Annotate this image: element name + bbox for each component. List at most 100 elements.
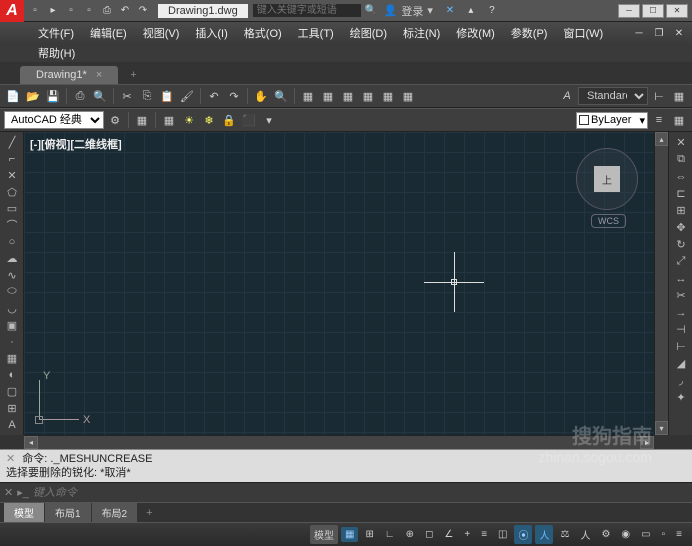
rectangle-tool[interactable]: ▭	[1, 200, 23, 217]
gradient-tool[interactable]: ◐	[1, 367, 23, 384]
layer-lock-icon[interactable]: 🔒	[220, 111, 238, 129]
copy-tool[interactable]: ⧉	[670, 151, 692, 168]
app-logo[interactable]: A	[0, 0, 24, 22]
linetype-icon[interactable]: ▦	[670, 111, 688, 129]
layout2-tab[interactable]: 布局2	[92, 503, 138, 522]
qat-open-icon[interactable]: ▸	[45, 3, 61, 19]
status-lwt-icon[interactable]: ≡	[477, 527, 491, 542]
menu-window[interactable]: 窗口(W)	[555, 23, 611, 43]
menu-format[interactable]: 格式(O)	[236, 23, 290, 43]
text-tool[interactable]: A	[1, 416, 23, 433]
doc-restore-icon[interactable]: ❐	[651, 25, 667, 41]
undo-icon[interactable]: ↶	[205, 87, 223, 105]
cmd-close-icon[interactable]: ✕	[4, 486, 13, 499]
status-grid-icon[interactable]: ▦	[341, 527, 358, 542]
xline-tool[interactable]: ✕	[1, 167, 23, 184]
layer-freeze-icon[interactable]: ❄	[200, 111, 218, 129]
add-layout-button[interactable]: +	[138, 505, 160, 521]
qat-save-icon[interactable]: ▫	[63, 3, 79, 19]
document-tab[interactable]: Drawing1* ×	[20, 66, 118, 84]
save-icon[interactable]: 💾	[44, 87, 62, 105]
hatch-tool[interactable]: ▦	[1, 350, 23, 367]
mirror-tool[interactable]: ⇔	[670, 168, 692, 185]
search-icon[interactable]: 🔍	[363, 3, 379, 19]
ellipse-arc-tool[interactable]: ◡	[1, 300, 23, 317]
pan-icon[interactable]: ✋	[252, 87, 270, 105]
color-select[interactable]: ByLayer▾	[576, 112, 648, 129]
drawing-canvas[interactable]: [-][俯视][二维线框] 上 WCS Y X	[24, 132, 654, 435]
scroll-up-icon[interactable]: ▴	[655, 132, 668, 146]
new-tab-button[interactable]: +	[122, 66, 144, 84]
line-tool[interactable]: ╱	[1, 134, 23, 151]
status-scale-icon[interactable]: 人	[576, 525, 594, 544]
exchange-icon[interactable]: ✕	[442, 3, 458, 19]
array-tool[interactable]: ⊞	[670, 202, 692, 219]
arc-tool[interactable]: ⌒	[1, 217, 23, 234]
status-qp-icon[interactable]: ⦿	[514, 525, 532, 544]
erase-tool[interactable]: ✕	[670, 134, 692, 151]
search-input[interactable]	[252, 3, 362, 18]
text-style-select[interactable]: Standard	[578, 87, 648, 105]
join-tool[interactable]: ⊢	[670, 338, 692, 355]
status-iso-icon[interactable]: ▭	[637, 527, 654, 542]
status-model[interactable]: 模型	[310, 525, 338, 544]
designcenter-icon[interactable]: ▦	[319, 87, 337, 105]
viewport-label[interactable]: [-][俯视][二维线框]	[30, 136, 122, 152]
redo-icon[interactable]: ↷	[225, 87, 243, 105]
layer-color-icon[interactable]: ⬛	[240, 111, 258, 129]
print-icon[interactable]: ⎙	[71, 87, 89, 105]
match-icon[interactable]: 🖌	[178, 87, 196, 105]
wcs-badge[interactable]: WCS	[591, 214, 626, 228]
chamfer-tool[interactable]: ◢	[670, 355, 692, 372]
menu-tools[interactable]: 工具(T)	[290, 23, 342, 43]
qat-redo-icon[interactable]: ↷	[135, 3, 151, 19]
status-ann-icon[interactable]: ⚖	[556, 527, 573, 542]
status-snap-icon[interactable]: ⊞	[361, 527, 377, 542]
explode-tool[interactable]: ✦	[670, 389, 692, 406]
menu-modify[interactable]: 修改(M)	[448, 23, 503, 43]
menu-draw[interactable]: 绘图(D)	[342, 23, 395, 43]
circle-tool[interactable]: ○	[1, 234, 23, 251]
layer-props-icon[interactable]: ▦	[160, 111, 178, 129]
status-ortho-icon[interactable]: ∟	[381, 527, 399, 542]
maximize-button[interactable]: ☐	[642, 4, 664, 18]
table-style-icon[interactable]: ▦	[670, 87, 688, 105]
zoom-icon[interactable]: 🔍	[272, 87, 290, 105]
horizontal-scrollbar[interactable]: ◂ ▸	[24, 435, 654, 449]
move-tool[interactable]: ✥	[670, 219, 692, 236]
qat-print-icon[interactable]: ⎙	[99, 3, 115, 19]
toolpal-icon[interactable]: ▦	[339, 87, 357, 105]
lineweight-icon[interactable]: ≡	[650, 111, 668, 129]
qat-undo-icon[interactable]: ↶	[117, 3, 133, 19]
preview-icon[interactable]: 🔍	[91, 87, 109, 105]
a360-icon[interactable]: ▴	[463, 3, 479, 19]
menu-view[interactable]: 视图(V)	[135, 23, 188, 43]
menu-dimension[interactable]: 标注(N)	[395, 23, 448, 43]
status-osnap-icon[interactable]: ◻	[421, 527, 437, 542]
ws-extra-icon[interactable]: ▦	[133, 111, 151, 129]
menu-insert[interactable]: 插入(I)	[187, 23, 235, 43]
scroll-left-icon[interactable]: ◂	[24, 436, 38, 449]
layout1-tab[interactable]: 布局1	[45, 503, 91, 522]
login-link[interactable]: 登录	[401, 3, 423, 19]
layer-dropdown-icon[interactable]: ▾	[260, 111, 278, 129]
scroll-down-icon[interactable]: ▾	[655, 421, 668, 435]
menu-edit[interactable]: 编辑(E)	[82, 23, 135, 43]
workspace-select[interactable]: AutoCAD 经典	[4, 111, 104, 129]
copy-icon[interactable]: ⎘	[138, 87, 156, 105]
login-dropdown-icon[interactable]: ▾	[427, 4, 433, 17]
model-tab[interactable]: 模型	[4, 503, 44, 522]
text-style-icon[interactable]: A	[558, 87, 576, 105]
user-icon[interactable]: 👤	[384, 4, 398, 17]
block-tool[interactable]: ▣	[1, 317, 23, 334]
status-ws-icon[interactable]: ⚙	[597, 527, 614, 542]
menu-help[interactable]: 帮助(H)	[30, 43, 83, 63]
ws-settings-icon[interactable]: ⚙	[106, 111, 124, 129]
markup-icon[interactable]: ▦	[379, 87, 397, 105]
new-icon[interactable]: 📄	[4, 87, 22, 105]
vertical-scrollbar[interactable]: ▴ ▾	[654, 132, 668, 435]
break-tool[interactable]: ⊣	[670, 321, 692, 338]
menu-file[interactable]: 文件(F)	[30, 23, 82, 43]
extend-tool[interactable]: →	[670, 304, 692, 321]
close-button[interactable]: ✕	[666, 4, 688, 18]
